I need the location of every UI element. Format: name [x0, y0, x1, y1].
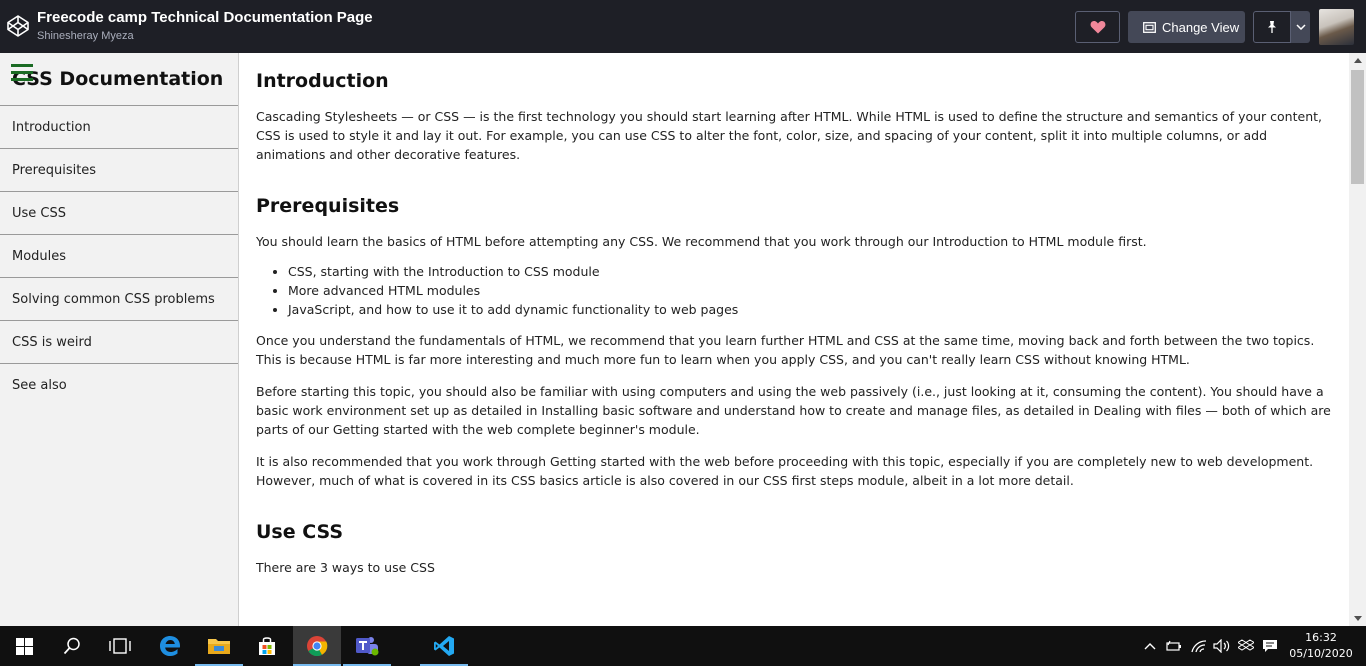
pin-dropdown-button[interactable]: [1291, 11, 1310, 43]
search-icon: [63, 637, 80, 655]
list-item: More advanced HTML modules: [288, 281, 1335, 300]
action-center-tray-icon[interactable]: [1258, 626, 1282, 666]
task-view-button[interactable]: [96, 626, 144, 666]
section-paragraph: You should learn the basics of HTML befo…: [256, 234, 1147, 249]
vscode-icon: [434, 636, 454, 656]
love-button[interactable]: [1075, 11, 1120, 43]
section-heading: Use CSS: [256, 521, 344, 543]
network-tray-icon[interactable]: [1187, 626, 1211, 666]
section-introduction: Introduction Cascading Stylesheets — or …: [256, 70, 1335, 164]
clock-date: 05/10/2020: [1289, 647, 1353, 660]
section-prerequisites: Prerequisites You should learn the basic…: [256, 195, 1335, 490]
chrome-taskbar-button[interactable]: [293, 626, 341, 666]
chevron-up-icon: [1144, 643, 1156, 650]
search-button[interactable]: [48, 626, 96, 666]
scroll-down-arrow-icon[interactable]: [1354, 616, 1362, 621]
show-hidden-icons-button[interactable]: [1138, 626, 1162, 666]
windows-logo-icon: [15, 637, 33, 655]
change-view-label: Change View: [1162, 19, 1240, 35]
edge-icon: [160, 636, 180, 656]
dropbox-tray-icon[interactable]: [1234, 626, 1258, 666]
file-explorer-taskbar-button[interactable]: [195, 626, 243, 666]
section-paragraph: Cascading Stylesheets — or CSS — is the …: [256, 109, 1322, 162]
taskbar-clock[interactable]: 16:32 05/10/2020: [1282, 630, 1360, 662]
nav-link-prerequisites[interactable]: Prerequisites: [0, 149, 238, 192]
list-item: CSS, starting with the Introduction to C…: [288, 262, 1335, 281]
vertical-scrollbar[interactable]: [1349, 53, 1366, 626]
pin-icon: [1268, 21, 1276, 33]
section-heading: Introduction: [256, 70, 389, 92]
nav-title: CSS Documentation: [12, 68, 224, 90]
scroll-up-arrow-icon[interactable]: [1354, 58, 1362, 63]
section-use-css: Use CSS There are 3 ways to use CSS: [256, 521, 1335, 577]
nav-link-introduction[interactable]: Introduction: [0, 106, 238, 149]
task-view-icon: [109, 638, 131, 654]
chevron-down-icon: [1295, 24, 1306, 30]
codepen-header: Freecode camp Technical Documentation Pa…: [0, 0, 1366, 53]
start-button[interactable]: [0, 626, 48, 666]
wifi-icon: [1191, 640, 1207, 653]
taskbar: 16:32 05/10/2020: [0, 626, 1366, 666]
pen-author[interactable]: Shinesheray Myeza: [37, 30, 134, 42]
nav-link-solving-common-css-problems[interactable]: Solving common CSS problems: [0, 278, 238, 321]
change-view-icon: [1143, 21, 1156, 33]
change-view-button[interactable]: Change View: [1128, 11, 1245, 43]
nav-header: CSS Documentation: [0, 53, 238, 106]
pen-title[interactable]: Freecode camp Technical Documentation Pa…: [37, 9, 373, 26]
navbar: CSS Documentation Introduction Prerequis…: [0, 53, 239, 626]
list-item: JavaScript, and how to use it to add dyn…: [288, 300, 1335, 319]
notification-icon: [1263, 640, 1277, 652]
store-icon: [259, 637, 275, 655]
main-doc: Introduction Cascading Stylesheets — or …: [240, 53, 1349, 626]
teams-icon: [356, 637, 379, 656]
chrome-icon: [307, 636, 328, 657]
section-paragraph: Once you understand the fundamentals of …: [256, 333, 1315, 367]
clock-time: 16:32: [1305, 631, 1337, 644]
nav-link-use-css[interactable]: Use CSS: [0, 192, 238, 235]
codepen-logo-icon[interactable]: [6, 14, 30, 38]
battery-icon: [1166, 640, 1181, 651]
nav-link-modules[interactable]: Modules: [0, 235, 238, 278]
pin-button[interactable]: [1253, 11, 1291, 43]
nav-link-css-is-weird[interactable]: CSS is weird: [0, 321, 238, 364]
section-paragraph: Before starting this topic, you should a…: [256, 384, 1331, 437]
nav-link-see-also[interactable]: See also: [0, 364, 238, 407]
dropbox-icon: [1238, 639, 1254, 651]
heart-icon: [1090, 21, 1105, 34]
scrollbar-thumb[interactable]: [1351, 70, 1364, 184]
speaker-icon: [1213, 639, 1230, 653]
section-paragraph: It is also recommended that you work thr…: [256, 454, 1314, 488]
avatar[interactable]: [1319, 9, 1354, 45]
volume-tray-icon[interactable]: [1210, 626, 1234, 666]
hamburger-menu-icon[interactable]: [11, 64, 33, 81]
battery-tray-icon[interactable]: [1162, 626, 1186, 666]
edge-taskbar-button[interactable]: [146, 626, 194, 666]
folder-icon: [208, 639, 230, 654]
section-paragraph: There are 3 ways to use CSS: [256, 560, 435, 575]
teams-taskbar-button[interactable]: [343, 626, 391, 666]
vscode-taskbar-button[interactable]: [420, 626, 468, 666]
store-taskbar-button[interactable]: [243, 626, 291, 666]
prerequisites-list: CSS, starting with the Introduction to C…: [288, 262, 1335, 319]
section-heading: Prerequisites: [256, 195, 400, 217]
